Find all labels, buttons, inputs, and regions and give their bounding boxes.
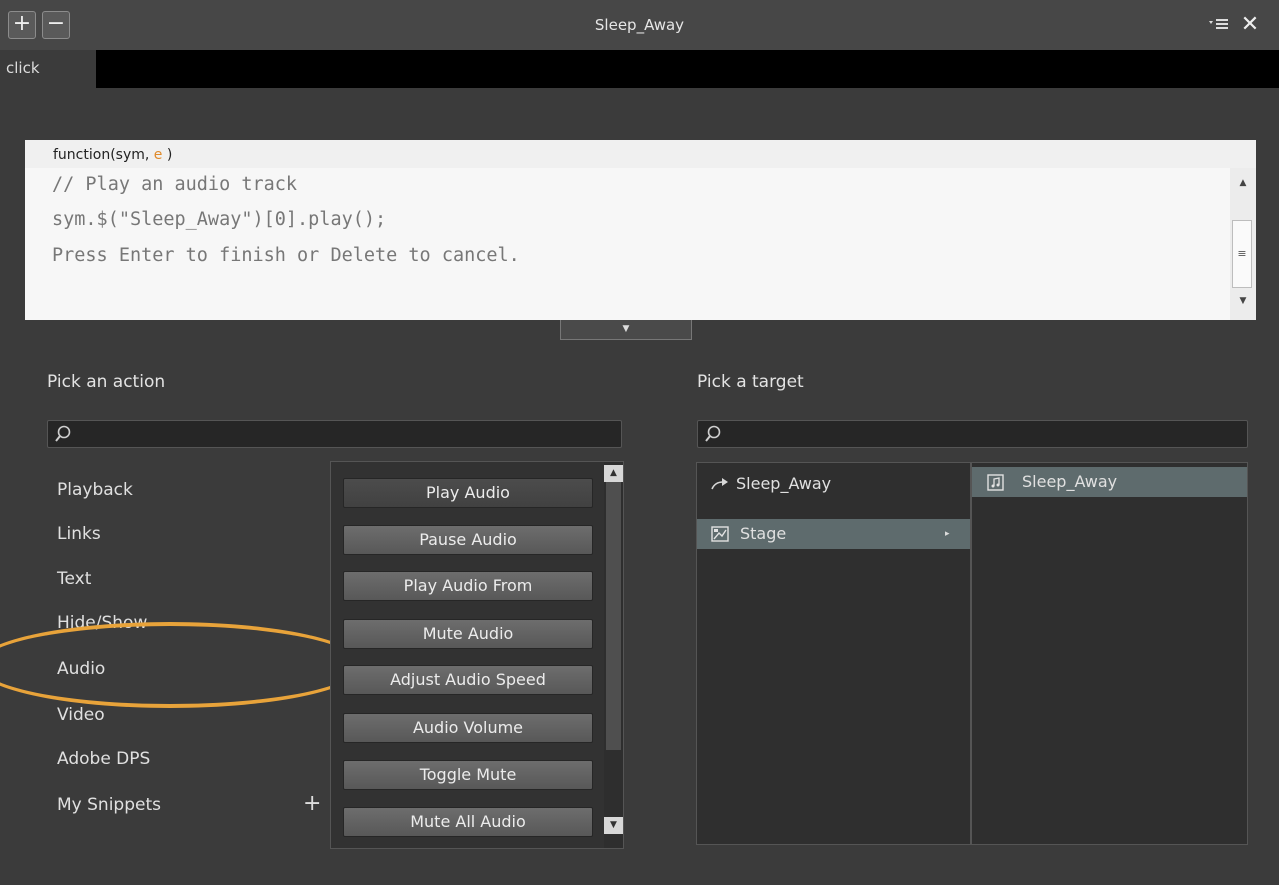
- actions-heading: Pick an action: [47, 372, 166, 392]
- scroll-up-arrow-icon[interactable]: ▲: [1234, 178, 1252, 194]
- target-label: Sleep_Away: [1022, 472, 1118, 491]
- action-adjust-audio-speed[interactable]: Adjust Audio Speed: [343, 665, 593, 695]
- scroll-up-arrow-icon[interactable]: ▲: [604, 465, 623, 482]
- event-tab-strip: [0, 50, 1279, 88]
- action-mute-all-audio[interactable]: Mute All Audio: [343, 807, 593, 837]
- category-playback[interactable]: Playback: [57, 480, 133, 500]
- action-play-audio[interactable]: Play Audio: [343, 478, 593, 508]
- search-icon: [705, 425, 721, 442]
- signature-suffix: ): [162, 147, 173, 163]
- action-play-audio-from[interactable]: Play Audio From: [343, 571, 593, 601]
- scroll-down-arrow-icon[interactable]: ▼: [604, 817, 623, 834]
- add-button[interactable]: +: [8, 11, 36, 39]
- audio-highlight-ring: [0, 622, 364, 708]
- code-line: sym.$("Sleep_Away")[0].play();: [52, 209, 387, 230]
- function-signature: function(sym, e ): [25, 140, 1256, 168]
- target-label: Sleep_Away: [736, 474, 832, 493]
- target-item-sleep-away[interactable]: Sleep_Away: [697, 469, 970, 499]
- actions-list: [330, 461, 624, 849]
- action-pause-audio[interactable]: Pause Audio: [343, 525, 593, 555]
- code-line: Press Enter to finish or Delete to cance…: [52, 245, 520, 266]
- scroll-down-arrow-icon[interactable]: ▼: [1234, 296, 1252, 312]
- panel-menu-icon[interactable]: [1208, 14, 1230, 34]
- add-snippet-button[interactable]: +: [303, 791, 321, 816]
- chevron-right-icon: ▸: [945, 529, 950, 539]
- actions-scroll-thumb[interactable]: [606, 480, 621, 750]
- category-my-snippets[interactable]: My Snippets: [57, 795, 161, 815]
- search-icon: [55, 425, 71, 442]
- signature-prefix: function(sym,: [53, 147, 154, 163]
- collapse-toggle[interactable]: ▼: [560, 320, 692, 340]
- target-tree-right: [971, 462, 1248, 845]
- category-links[interactable]: Links: [57, 524, 101, 544]
- scroll-thumb[interactable]: ≡: [1232, 220, 1252, 288]
- action-mute-audio[interactable]: Mute Audio: [343, 619, 593, 649]
- targets-heading: Pick a target: [697, 372, 804, 392]
- code-line: // Play an audio track: [52, 174, 298, 195]
- category-text[interactable]: Text: [57, 569, 91, 589]
- action-search-input[interactable]: [47, 420, 622, 448]
- window-title: Sleep_Away: [594, 16, 685, 34]
- action-toggle-mute[interactable]: Toggle Mute: [343, 760, 593, 790]
- remove-button[interactable]: −: [42, 11, 70, 39]
- close-icon[interactable]: ✕: [1237, 10, 1263, 40]
- tab-click[interactable]: click: [0, 50, 96, 88]
- audio-file-icon: [987, 474, 1004, 491]
- target-search-input[interactable]: [697, 420, 1248, 448]
- target-label: Stage: [740, 524, 787, 543]
- stage-icon: [711, 526, 729, 542]
- arrow-link-icon: [711, 478, 728, 490]
- category-video[interactable]: Video: [57, 705, 105, 725]
- action-audio-volume[interactable]: Audio Volume: [343, 713, 593, 743]
- target-item-sleep-away-audio[interactable]: Sleep_Away: [972, 467, 1247, 497]
- category-adobe-dps[interactable]: Adobe DPS: [57, 749, 150, 769]
- target-item-stage[interactable]: Stage ▸: [697, 519, 970, 549]
